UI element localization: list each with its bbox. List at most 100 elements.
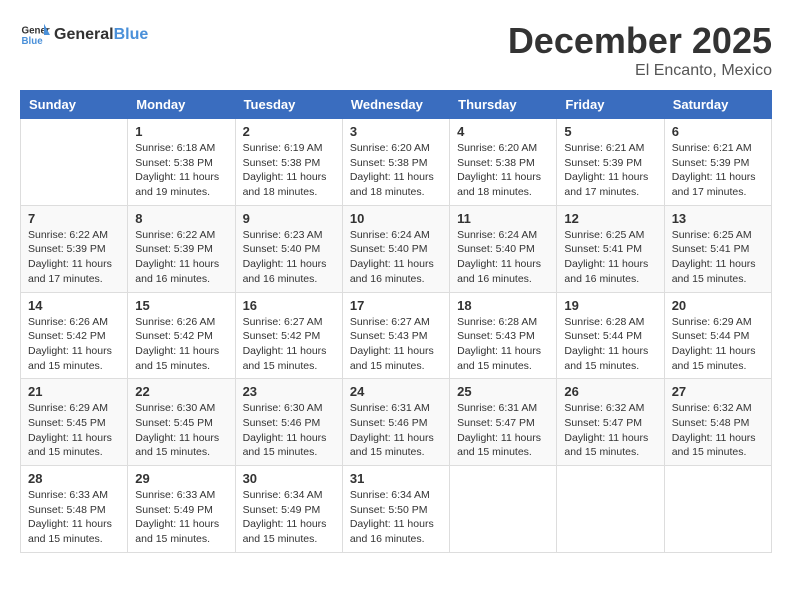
calendar-cell: 7 Sunrise: 6:22 AM Sunset: 5:39 PM Daylig…	[21, 205, 128, 292]
logo-icon: General Blue	[20, 20, 50, 50]
day-info: Sunrise: 6:20 AM Sunset: 5:38 PM Dayligh…	[457, 141, 549, 200]
weekday-header-wednesday: Wednesday	[342, 91, 449, 119]
calendar-cell: 23Sunrise: 6:30 AM Sunset: 5:46 PM Dayli…	[235, 379, 342, 466]
calendar-cell: 25 Sunrise: 6:31 AM Sunset: 5:47 PM Dayli…	[450, 379, 557, 466]
day-info: Sunrise: 6:26 AM Sunset: 5:42 PM Dayligh…	[135, 315, 227, 374]
day-info: Sunrise: 6:24 AM Sunset: 5:40 PM Dayligh…	[350, 228, 442, 287]
day-number: 27	[672, 384, 764, 399]
calendar-cell: 15Sunrise: 6:26 AM Sunset: 5:42 PM Dayli…	[128, 292, 235, 379]
calendar-cell: 6Sunrise: 6:21 AM Sunset: 5:39 PM Daylig…	[664, 119, 771, 206]
calendar-cell: 20Sunrise: 6:29 AM Sunset: 5:44 PM Dayli…	[664, 292, 771, 379]
day-number: 19	[564, 298, 656, 313]
calendar-cell: 31 Sunrise: 6:34 AM Sunset: 5:50 PM Dayli…	[342, 466, 449, 553]
day-number: 26	[564, 384, 656, 399]
day-info: Sunrise: 6:30 AM Sunset: 5:45 PM Dayligh…	[135, 401, 227, 460]
calendar-cell: 27 Sunrise: 6:32 AM Sunset: 5:48 PM Dayli…	[664, 379, 771, 466]
calendar-cell: 11 Sunrise: 6:24 AM Sunset: 5:40 PM Dayli…	[450, 205, 557, 292]
day-number: 21	[28, 384, 120, 399]
calendar-week-5: 28Sunrise: 6:33 AM Sunset: 5:48 PM Dayli…	[21, 466, 772, 553]
logo: General Blue General Blue	[20, 20, 148, 50]
day-number: 16	[243, 298, 335, 313]
calendar-cell: 2 Sunrise: 6:19 AM Sunset: 5:38 PM Daylig…	[235, 119, 342, 206]
day-info: Sunrise: 6:31 AM Sunset: 5:46 PM Dayligh…	[350, 401, 442, 460]
header: General Blue General Blue December 2025 …	[20, 20, 772, 80]
weekday-header-saturday: Saturday	[664, 91, 771, 119]
day-number: 4	[457, 124, 549, 139]
day-number: 1	[135, 124, 227, 139]
calendar-table: SundayMondayTuesdayWednesdayThursdayFrid…	[20, 90, 772, 553]
day-info: Sunrise: 6:28 AM Sunset: 5:43 PM Dayligh…	[457, 315, 549, 374]
day-info: Sunrise: 6:19 AM Sunset: 5:38 PM Dayligh…	[243, 141, 335, 200]
weekday-header-row: SundayMondayTuesdayWednesdayThursdayFrid…	[21, 91, 772, 119]
day-info: Sunrise: 6:34 AM Sunset: 5:49 PM Dayligh…	[243, 488, 335, 547]
day-number: 25	[457, 384, 549, 399]
calendar-cell: 1 Sunrise: 6:18 AM Sunset: 5:38 PM Daylig…	[128, 119, 235, 206]
day-number: 3	[350, 124, 442, 139]
calendar-week-3: 14 Sunrise: 6:26 AM Sunset: 5:42 PM Dayli…	[21, 292, 772, 379]
calendar-cell: 12 Sunrise: 6:25 AM Sunset: 5:41 PM Dayli…	[557, 205, 664, 292]
day-number: 30	[243, 471, 335, 486]
calendar-cell: 24 Sunrise: 6:31 AM Sunset: 5:46 PM Dayli…	[342, 379, 449, 466]
day-info: Sunrise: 6:18 AM Sunset: 5:38 PM Dayligh…	[135, 141, 227, 200]
calendar-cell: 5Sunrise: 6:21 AM Sunset: 5:39 PM Daylig…	[557, 119, 664, 206]
calendar-cell: 29 Sunrise: 6:33 AM Sunset: 5:49 PM Dayli…	[128, 466, 235, 553]
weekday-header-monday: Monday	[128, 91, 235, 119]
day-info: Sunrise: 6:25 AM Sunset: 5:41 PM Dayligh…	[672, 228, 764, 287]
logo-general: General	[54, 26, 114, 44]
day-number: 9	[243, 211, 335, 226]
weekday-header-friday: Friday	[557, 91, 664, 119]
calendar-cell: 10 Sunrise: 6:24 AM Sunset: 5:40 PM Dayli…	[342, 205, 449, 292]
day-number: 5	[564, 124, 656, 139]
day-info: Sunrise: 6:34 AM Sunset: 5:50 PM Dayligh…	[350, 488, 442, 547]
day-number: 24	[350, 384, 442, 399]
calendar-cell: 14 Sunrise: 6:26 AM Sunset: 5:42 PM Dayli…	[21, 292, 128, 379]
calendar-cell: 3 Sunrise: 6:20 AM Sunset: 5:38 PM Daylig…	[342, 119, 449, 206]
day-number: 31	[350, 471, 442, 486]
day-info: Sunrise: 6:28 AM Sunset: 5:44 PM Dayligh…	[564, 315, 656, 374]
day-info: Sunrise: 6:26 AM Sunset: 5:42 PM Dayligh…	[28, 315, 120, 374]
calendar-week-1: 1 Sunrise: 6:18 AM Sunset: 5:38 PM Daylig…	[21, 119, 772, 206]
day-info: Sunrise: 6:31 AM Sunset: 5:47 PM Dayligh…	[457, 401, 549, 460]
calendar-week-2: 7 Sunrise: 6:22 AM Sunset: 5:39 PM Daylig…	[21, 205, 772, 292]
day-info: Sunrise: 6:29 AM Sunset: 5:45 PM Dayligh…	[28, 401, 120, 460]
day-number: 17	[350, 298, 442, 313]
month-title: December 2025	[508, 20, 772, 62]
calendar-cell: 13 Sunrise: 6:25 AM Sunset: 5:41 PM Dayli…	[664, 205, 771, 292]
day-info: Sunrise: 6:20 AM Sunset: 5:38 PM Dayligh…	[350, 141, 442, 200]
day-info: Sunrise: 6:23 AM Sunset: 5:40 PM Dayligh…	[243, 228, 335, 287]
calendar-cell	[664, 466, 771, 553]
day-number: 18	[457, 298, 549, 313]
calendar-cell: 30 Sunrise: 6:34 AM Sunset: 5:49 PM Dayli…	[235, 466, 342, 553]
day-number: 12	[564, 211, 656, 226]
day-number: 8	[135, 211, 227, 226]
day-info: Sunrise: 6:27 AM Sunset: 5:42 PM Dayligh…	[243, 315, 335, 374]
day-number: 2	[243, 124, 335, 139]
calendar-cell: 17 Sunrise: 6:27 AM Sunset: 5:43 PM Dayli…	[342, 292, 449, 379]
day-info: Sunrise: 6:33 AM Sunset: 5:49 PM Dayligh…	[135, 488, 227, 547]
day-info: Sunrise: 6:22 AM Sunset: 5:39 PM Dayligh…	[28, 228, 120, 287]
calendar-cell: 18 Sunrise: 6:28 AM Sunset: 5:43 PM Dayli…	[450, 292, 557, 379]
day-number: 13	[672, 211, 764, 226]
calendar-cell	[450, 466, 557, 553]
day-info: Sunrise: 6:27 AM Sunset: 5:43 PM Dayligh…	[350, 315, 442, 374]
calendar-cell: 26 Sunrise: 6:32 AM Sunset: 5:47 PM Dayli…	[557, 379, 664, 466]
weekday-header-thursday: Thursday	[450, 91, 557, 119]
day-info: Sunrise: 6:24 AM Sunset: 5:40 PM Dayligh…	[457, 228, 549, 287]
day-number: 14	[28, 298, 120, 313]
svg-text:Blue: Blue	[22, 36, 44, 47]
day-number: 22	[135, 384, 227, 399]
logo-blue: Blue	[114, 26, 149, 44]
day-number: 29	[135, 471, 227, 486]
day-info: Sunrise: 6:25 AM Sunset: 5:41 PM Dayligh…	[564, 228, 656, 287]
day-info: Sunrise: 6:32 AM Sunset: 5:47 PM Dayligh…	[564, 401, 656, 460]
calendar-cell: 8Sunrise: 6:22 AM Sunset: 5:39 PM Daylig…	[128, 205, 235, 292]
weekday-header-sunday: Sunday	[21, 91, 128, 119]
day-number: 10	[350, 211, 442, 226]
day-number: 7	[28, 211, 120, 226]
calendar-cell	[557, 466, 664, 553]
day-number: 11	[457, 211, 549, 226]
day-info: Sunrise: 6:32 AM Sunset: 5:48 PM Dayligh…	[672, 401, 764, 460]
calendar-cell	[21, 119, 128, 206]
day-info: Sunrise: 6:30 AM Sunset: 5:46 PM Dayligh…	[243, 401, 335, 460]
day-info: Sunrise: 6:29 AM Sunset: 5:44 PM Dayligh…	[672, 315, 764, 374]
